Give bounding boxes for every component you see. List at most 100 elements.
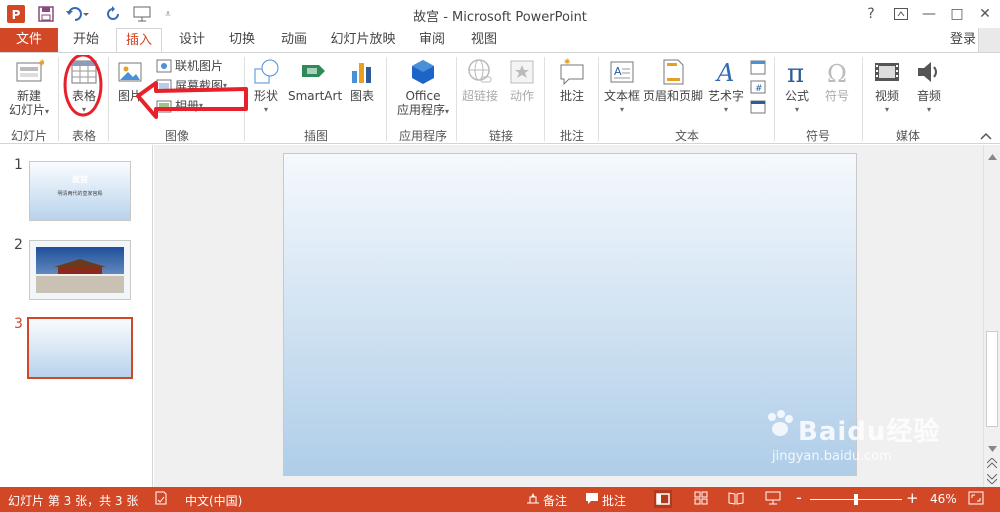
comments-icon[interactable]: [585, 491, 599, 508]
header-footer-icon: [663, 59, 684, 85]
comment-button[interactable]: ✷ 批注: [550, 57, 594, 103]
film-icon: [875, 63, 899, 81]
language-status[interactable]: 中文(中国): [185, 492, 242, 509]
textbox-label: 文本框: [603, 89, 640, 103]
textbox-button[interactable]: A 文本框 ▾: [602, 57, 642, 117]
audio-label: 音频: [916, 89, 941, 103]
symbol-button[interactable]: Ω 符号: [818, 57, 856, 103]
date-time-button[interactable]: [748, 59, 768, 78]
group-label-media: 媒体: [895, 129, 920, 143]
baidu-watermark: Baidu经验 jingyan.baidu.com: [764, 397, 964, 477]
pi-icon: π: [787, 59, 804, 87]
office-apps-label: Office: [405, 89, 441, 103]
slide-number-icon: #: [750, 80, 766, 94]
tab-view[interactable]: 视图: [464, 28, 504, 52]
svg-text:✷: ✷: [38, 58, 44, 69]
normal-view-icon[interactable]: [654, 490, 672, 508]
office-apps-button[interactable]: Office 应用程序▾: [392, 57, 454, 119]
group-label-comments: 批注: [559, 129, 584, 143]
chart-button[interactable]: 图表: [344, 57, 380, 103]
next-slide-icon[interactable]: [986, 473, 998, 487]
globe-link-icon: [468, 59, 492, 83]
tab-slideshow[interactable]: 幻灯片放映: [328, 28, 398, 52]
tab-home[interactable]: 开始: [66, 28, 106, 52]
scroll-thumb[interactable]: [986, 331, 998, 427]
separator: [774, 57, 775, 141]
comment-label: 批注: [559, 89, 584, 103]
close-button[interactable]: ✕: [974, 3, 996, 25]
fit-to-window-icon[interactable]: [968, 491, 984, 508]
audio-button[interactable]: 音频 ▾: [910, 57, 948, 117]
minimize-button[interactable]: —: [918, 3, 940, 25]
notes-icon[interactable]: [526, 491, 540, 508]
slide-count-status: 幻灯片 第 3 张，共 3 张: [8, 494, 139, 508]
wordart-button[interactable]: A 艺术字 ▾: [706, 57, 746, 117]
new-slide-button[interactable]: ✷ 新建 幻灯片▾: [4, 57, 54, 119]
hyperlink-label: 超链接: [461, 89, 498, 103]
new-slide-icon: ✷: [16, 58, 44, 82]
group-label-apps: 应用程序: [398, 129, 447, 143]
restore-button[interactable]: □: [946, 3, 968, 25]
watermark-url: jingyan.baidu.com: [772, 449, 892, 464]
group-label-symbols: 符号: [805, 129, 830, 143]
notes-button[interactable]: 备注: [543, 492, 567, 509]
object-button[interactable]: [748, 99, 768, 118]
comments-button[interactable]: 批注: [602, 492, 626, 509]
scroll-down-arrow-icon[interactable]: [988, 441, 997, 455]
reading-view-icon[interactable]: [728, 491, 744, 508]
ribbon-display-options-icon[interactable]: [890, 3, 912, 25]
tab-transitions[interactable]: 切换: [222, 28, 262, 52]
svg-text:A: A: [715, 59, 734, 87]
slide-thumbnails-pane: 1 故宫 明清两代的皇家宫殿 2 3: [0, 145, 153, 487]
slideshow-view-icon[interactable]: [765, 491, 781, 508]
tab-insert[interactable]: 插入: [116, 28, 162, 53]
slide-thumbnail-2[interactable]: [29, 240, 131, 300]
svg-text:π: π: [787, 59, 804, 87]
zoom-slider-thumb[interactable]: [854, 494, 858, 505]
group-label-slides: 幻灯片: [10, 129, 47, 143]
action-button[interactable]: 动作: [504, 57, 540, 103]
tab-animations[interactable]: 动画: [274, 28, 314, 52]
hyperlink-button[interactable]: 超链接: [460, 57, 500, 103]
separator: [386, 57, 387, 141]
new-slide-label-2: 幻灯片: [8, 103, 45, 117]
new-comment-icon: ✷: [560, 57, 584, 86]
vertical-scrollbar[interactable]: [983, 145, 1000, 487]
slide1-title: 故宫: [72, 175, 88, 184]
tab-review[interactable]: 审阅: [412, 28, 452, 52]
office-apps-label-2: 应用程序: [396, 103, 445, 117]
slide-thumbnail-3[interactable]: [27, 317, 133, 379]
sign-in-link[interactable]: 登录: [950, 28, 976, 52]
equation-button[interactable]: π 公式 ▾: [778, 57, 816, 117]
zoom-in-button[interactable]: +: [906, 489, 919, 507]
tab-file[interactable]: 文件: [0, 28, 58, 52]
slide-sorter-icon[interactable]: [694, 491, 708, 508]
slide-number-button[interactable]: #: [748, 79, 768, 98]
new-slide-label: 新建: [16, 89, 41, 103]
help-button[interactable]: ?: [860, 3, 882, 25]
omega-icon: Ω: [827, 60, 847, 87]
slide-number-selected: 3: [14, 316, 23, 332]
zoom-level[interactable]: 46%: [930, 492, 957, 506]
spellcheck-icon[interactable]: [154, 491, 168, 508]
smartart-button[interactable]: SmartArt: [288, 57, 343, 103]
header-footer-button[interactable]: 页眉和页脚: [642, 57, 704, 103]
zoom-out-button[interactable]: -: [796, 488, 802, 507]
ribbon-tabs: 文件 开始 插入 设计 切换 动画 幻灯片放映 审阅 视图 登录: [0, 28, 1000, 80]
slide-thumbnail-1[interactable]: 故宫 明清两代的皇家宫殿: [29, 161, 131, 221]
smartart-label: SmartArt: [288, 89, 343, 103]
annotation-circle-arrow: [63, 55, 248, 119]
window-title: 故宫 - Microsoft PowerPoint: [413, 10, 587, 25]
speaker-icon: [918, 62, 937, 82]
collapse-ribbon-icon[interactable]: [980, 129, 994, 141]
office-store-icon: [412, 60, 434, 84]
ribbon-insert: ✷ 新建 幻灯片▾ 幻灯片 表格 ▾ 表格 图片 联机图片 屏幕截图 ▾ 相册 …: [0, 52, 1000, 144]
wordart-label: 艺术字: [707, 89, 744, 103]
scroll-up-arrow-icon[interactable]: [988, 149, 997, 163]
slide-editing-area: Baidu经验 jingyan.baidu.com: [154, 145, 1000, 487]
tab-design[interactable]: 设计: [172, 28, 212, 52]
video-button[interactable]: 视频 ▾: [868, 57, 906, 117]
previous-slide-icon[interactable]: [986, 457, 998, 471]
textbox-icon: A: [610, 61, 634, 83]
powerpoint-window: P ⩡ 故宫 - Microsoft PowerPoint ? — □ ✕ 文件…: [0, 0, 1000, 512]
